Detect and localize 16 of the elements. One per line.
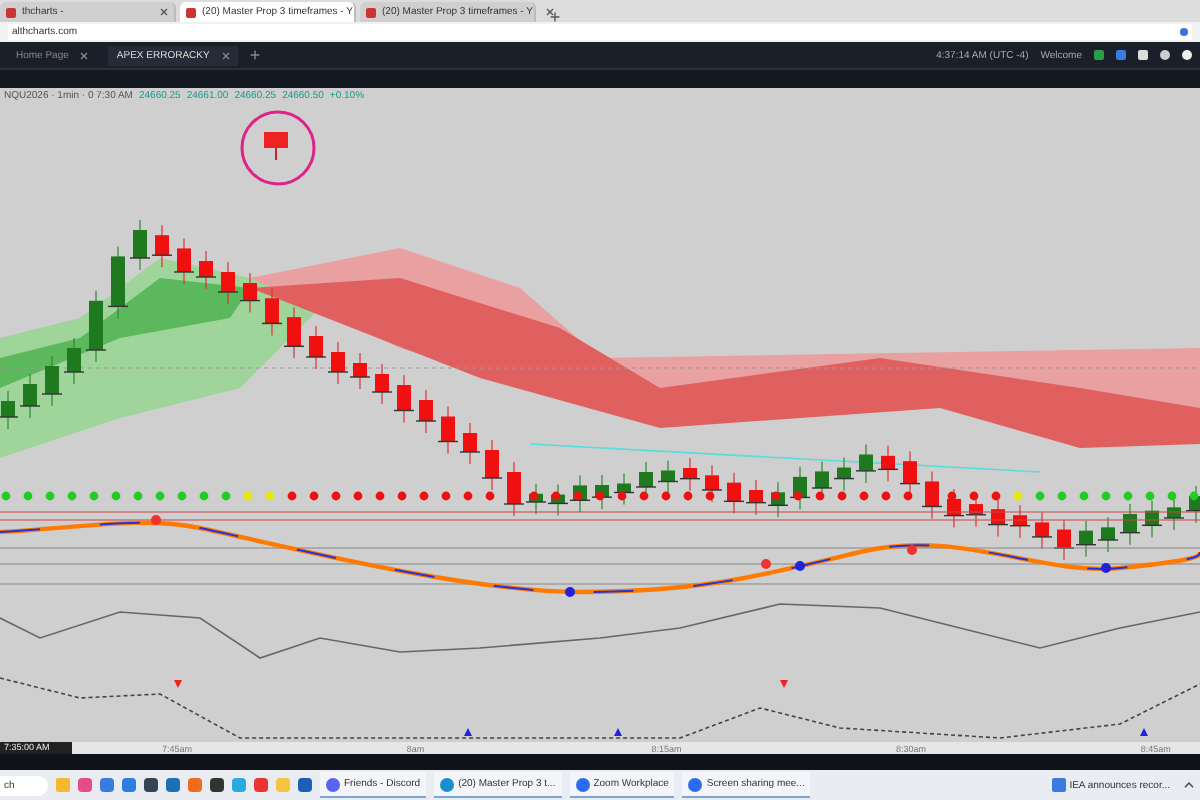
close-icon[interactable] — [545, 8, 553, 16]
add-tab-icon[interactable] — [249, 50, 260, 60]
tab-favicon-icon — [186, 7, 196, 17]
close-icon[interactable] — [160, 8, 168, 16]
app-icon — [575, 777, 590, 791]
extension-icon[interactable] — [1180, 28, 1188, 36]
new-tab-icon[interactable] — [550, 12, 560, 22]
circled-marker-annotation — [240, 110, 316, 186]
app-icon — [688, 777, 703, 791]
tab-favicon-icon — [6, 7, 16, 17]
app-icon — [440, 777, 455, 791]
close-icon[interactable] — [80, 51, 89, 59]
app-icon — [326, 777, 340, 791]
tab-favicon-icon — [366, 7, 376, 17]
close-icon[interactable] — [221, 51, 230, 59]
caret-icon[interactable] — [1184, 782, 1194, 788]
